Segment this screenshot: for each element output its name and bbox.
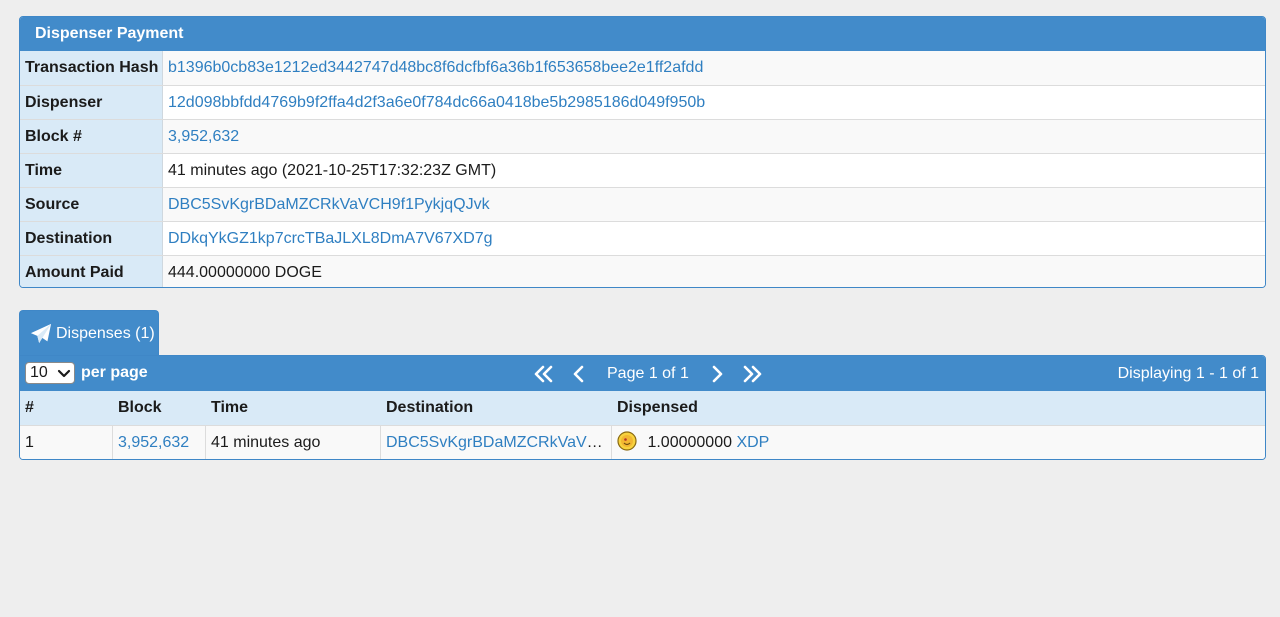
column-header-block[interactable]: Block bbox=[113, 391, 206, 425]
chevron-right-icon bbox=[712, 365, 723, 382]
label-transaction-hash: Transaction Hash bbox=[20, 51, 163, 85]
label-amount-paid: Amount Paid bbox=[20, 256, 163, 287]
per-page-value: 10 bbox=[30, 364, 48, 381]
source-link[interactable]: DBC5SvKgrBDaMZCRkVaVCH9f1PykjqQJvk bbox=[168, 196, 490, 213]
row-index: 1 bbox=[20, 426, 113, 459]
double-chevron-left-icon bbox=[534, 365, 553, 382]
column-header-time[interactable]: Time bbox=[206, 391, 381, 425]
row-destination-link[interactable]: DBC5SvKgrBDaMZCRkVaVCH9f1PykjqQJvk bbox=[386, 434, 611, 451]
displaying-count: Displaying 1 - 1 of 1 bbox=[1117, 365, 1259, 382]
dispenser-payment-panel: Dispenser Payment Transaction Hash b1396… bbox=[19, 16, 1266, 288]
row-time: 41 minutes ago bbox=[206, 426, 381, 459]
label-time: Time bbox=[20, 154, 163, 187]
paper-plane-icon bbox=[30, 323, 52, 345]
pagination: Page 1 of 1 bbox=[525, 356, 771, 391]
row-source: Source DBC5SvKgrBDaMZCRkVaVCH9f1PykjqQJv… bbox=[20, 187, 1265, 221]
label-dispenser: Dispenser bbox=[20, 86, 163, 119]
column-header-index[interactable]: # bbox=[20, 391, 113, 425]
table-toolbar: 10 per page Page 1 of 1 Displaying 1 - 1… bbox=[20, 356, 1265, 391]
payment-details: Transaction Hash b1396b0cb83e1212ed34427… bbox=[20, 51, 1265, 287]
row-transaction-hash: Transaction Hash b1396b0cb83e1212ed34427… bbox=[20, 51, 1265, 85]
per-page-control: 10 per page bbox=[25, 362, 148, 384]
row-block-link[interactable]: 3,952,632 bbox=[118, 434, 189, 451]
table-row: 1 3,952,632 41 minutes ago DBC5SvKgrBDaM… bbox=[20, 425, 1265, 459]
row-dispenser: Dispenser 12d098bbfdd4769b9f2ffa4d2f3a6e… bbox=[20, 85, 1265, 119]
xdp-asset-icon bbox=[617, 430, 637, 451]
first-page-button[interactable] bbox=[531, 362, 555, 386]
per-page-select[interactable]: 10 bbox=[25, 362, 75, 384]
next-page-button[interactable] bbox=[705, 362, 729, 386]
row-asset-link[interactable]: XDP bbox=[736, 434, 769, 451]
label-block: Block # bbox=[20, 120, 163, 153]
column-header-destination[interactable]: Destination bbox=[381, 391, 612, 425]
tab-dispenses-label: Dispenses (1) bbox=[56, 324, 155, 342]
label-destination: Destination bbox=[20, 222, 163, 255]
destination-link[interactable]: DDkqYkGZ1kp7crcTBaJLXL8DmA7V67XD7g bbox=[168, 230, 493, 247]
column-header-dispensed[interactable]: Dispensed bbox=[612, 391, 1265, 425]
chevron-down-icon bbox=[57, 364, 71, 382]
previous-page-button[interactable] bbox=[567, 362, 591, 386]
last-page-button[interactable] bbox=[741, 362, 765, 386]
double-chevron-right-icon bbox=[743, 365, 762, 382]
row-dispensed-amount: 1.00000000 bbox=[647, 434, 732, 451]
dispenser-link[interactable]: 12d098bbfdd4769b9f2ffa4d2f3a6e0f784dc66a… bbox=[168, 94, 705, 111]
row-block: Block # 3,952,632 bbox=[20, 119, 1265, 153]
panel-title: Dispenser Payment bbox=[20, 17, 1265, 51]
row-time: Time 41 minutes ago (2021-10-25T17:32:23… bbox=[20, 153, 1265, 187]
page-indicator: Page 1 of 1 bbox=[607, 364, 689, 382]
row-amount-paid: Amount Paid 444.00000000 DOGE bbox=[20, 255, 1265, 287]
label-source: Source bbox=[20, 188, 163, 221]
per-page-label: per page bbox=[81, 364, 148, 381]
row-destination: Destination DDkqYkGZ1kp7crcTBaJLXL8DmA7V… bbox=[20, 221, 1265, 255]
dispenses-table-panel: 10 per page Page 1 of 1 Displaying 1 - 1… bbox=[19, 355, 1266, 460]
time-value: 41 minutes ago (2021-10-25T17:32:23Z GMT… bbox=[168, 162, 497, 179]
amount-paid-value: 444.00000000 DOGE bbox=[163, 256, 1265, 287]
row-dispensed: 1.00000000 XDP bbox=[612, 426, 1265, 459]
block-link[interactable]: 3,952,632 bbox=[168, 128, 239, 145]
tab-dispenses[interactable]: Dispenses (1) bbox=[19, 310, 159, 356]
transaction-hash-link[interactable]: b1396b0cb83e1212ed3442747d48bc8f6dcfbf6a… bbox=[168, 59, 703, 76]
chevron-left-icon bbox=[573, 365, 584, 382]
table-header: # Block Time Destination Dispensed bbox=[20, 391, 1265, 425]
